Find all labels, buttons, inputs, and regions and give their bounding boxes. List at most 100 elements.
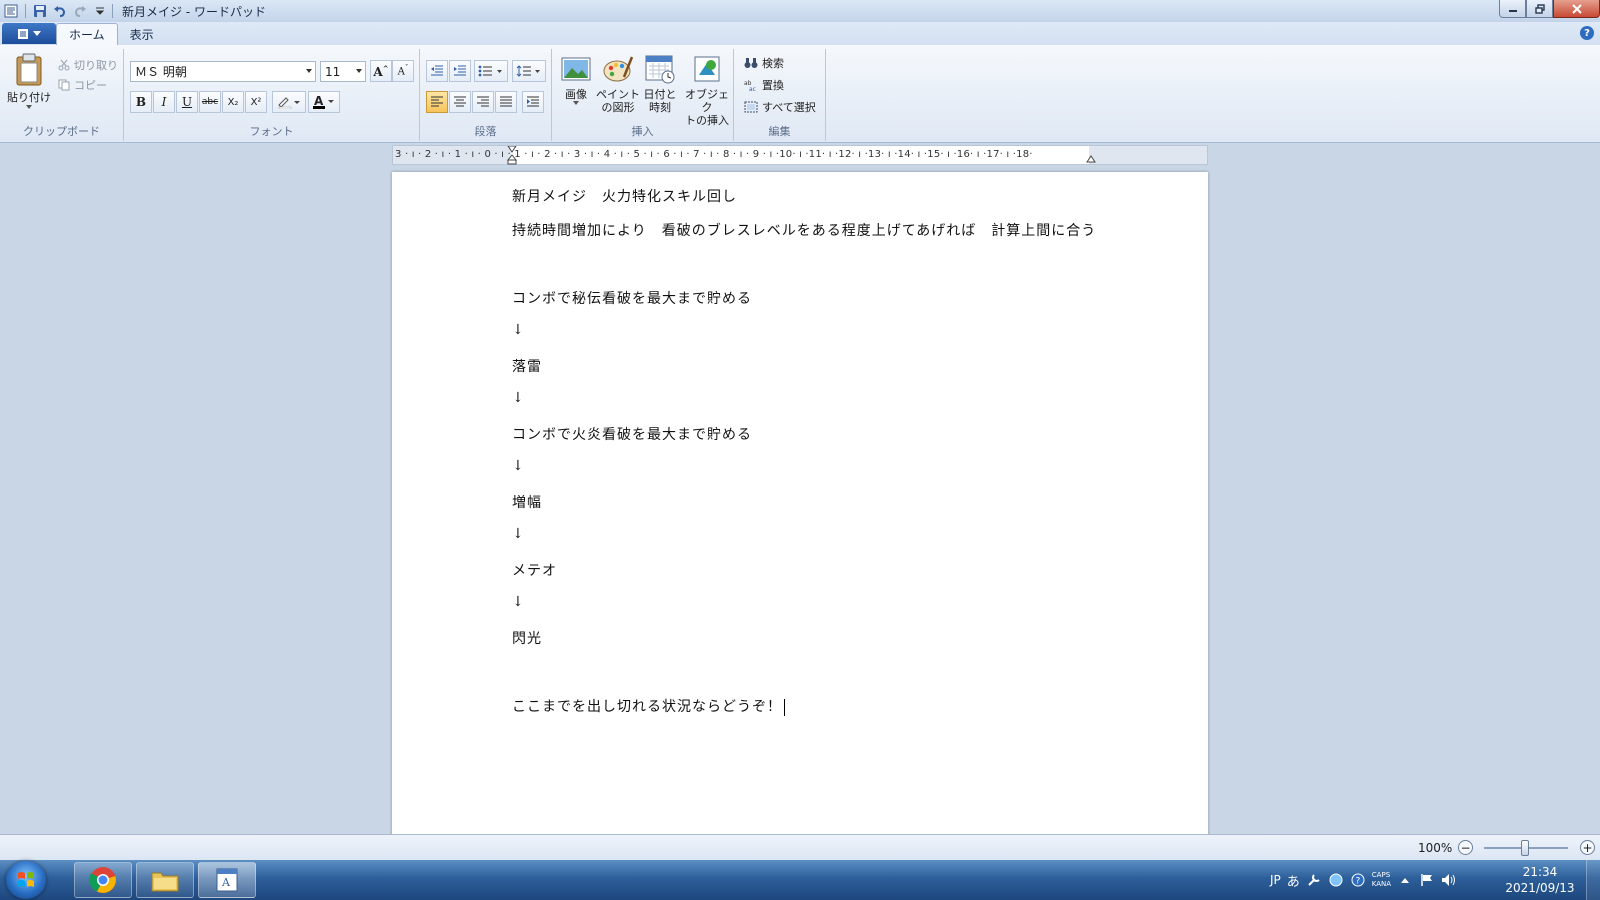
- align-center-button[interactable]: [449, 91, 471, 113]
- select-all-label: すべて選択: [762, 101, 816, 114]
- cut-label: 切り取り: [74, 59, 118, 72]
- document-text[interactable]: 新月メイジ 火力特化スキル回し 持続時間増加により 看破のブレスレベルをある程度…: [512, 186, 1172, 730]
- shrink-font-button[interactable]: Aˇ: [392, 60, 414, 82]
- ime-dictionary-icon[interactable]: [1328, 872, 1344, 888]
- zoom-out-button[interactable]: −: [1458, 840, 1473, 855]
- decrease-indent-icon: [431, 65, 443, 76]
- paste-icon: [16, 53, 42, 86]
- decrease-indent-button[interactable]: [426, 60, 448, 82]
- doc-line-last: ここまでを出し切れる状況ならどうぞ！: [512, 696, 1172, 730]
- customize-qat-icon[interactable]: [91, 2, 109, 20]
- zoom-slider-thumb[interactable]: [1521, 840, 1529, 856]
- paint-palette-icon: [603, 56, 634, 82]
- strikethrough-button[interactable]: abc: [199, 91, 221, 113]
- document-area: 新月メイジ 火力特化スキル回し 持続時間増加により 看破のブレスレベルをある程度…: [0, 166, 1600, 834]
- wordpad-app-icon[interactable]: [2, 2, 20, 20]
- close-button[interactable]: [1553, 0, 1600, 18]
- cut-button[interactable]: 切り取り: [58, 55, 118, 75]
- close-icon: [1571, 3, 1582, 14]
- replace-button[interactable]: ab ac 置換: [744, 75, 784, 95]
- doc-line: コンボで火炎看破を最大まで貯める: [512, 427, 752, 443]
- align-left-icon: [431, 96, 443, 107]
- highlight-color-button[interactable]: [272, 91, 306, 113]
- subscript-button[interactable]: X₂: [222, 91, 244, 113]
- picture-icon: [561, 57, 591, 81]
- help-icon[interactable]: ?: [1580, 26, 1594, 40]
- find-label: 検索: [762, 57, 784, 70]
- italic-label: I: [161, 95, 167, 109]
- find-button[interactable]: 検索: [744, 53, 784, 73]
- right-indent-marker-icon[interactable]: [1086, 154, 1096, 164]
- svg-text:A: A: [221, 876, 231, 889]
- font-size-value: 11: [325, 64, 341, 79]
- select-all-icon: [744, 101, 758, 113]
- language-indicator[interactable]: JP: [1270, 873, 1281, 887]
- align-left-button[interactable]: [426, 91, 448, 113]
- clock-time: 21:34: [1522, 865, 1558, 879]
- taskbar-chrome[interactable]: [74, 862, 132, 898]
- binoculars-icon: [744, 58, 758, 68]
- svg-text:ac: ac: [749, 86, 756, 91]
- date-time-button[interactable]: 日付と 時刻: [638, 53, 682, 114]
- taskbar-wordpad[interactable]: A: [198, 862, 256, 898]
- underline-button[interactable]: U: [176, 91, 198, 113]
- volume-icon[interactable]: [1441, 872, 1457, 888]
- tab-view[interactable]: 表示: [118, 23, 166, 45]
- show-desktop-button[interactable]: [1586, 860, 1600, 900]
- bold-label: B: [135, 95, 147, 109]
- action-center-flag-icon[interactable]: [1419, 872, 1435, 888]
- restore-button[interactable]: [1526, 0, 1553, 18]
- insert-group-label: 挿入: [631, 125, 654, 138]
- doc-line: ↓: [512, 390, 525, 406]
- copy-button[interactable]: コピー: [58, 75, 118, 95]
- grow-font-button[interactable]: A^: [370, 60, 392, 82]
- align-center-icon: [454, 96, 466, 107]
- align-right-button[interactable]: [472, 91, 494, 113]
- quick-access-toolbar: [0, 0, 109, 22]
- italic-button[interactable]: I: [153, 91, 175, 113]
- svg-text:A: A: [314, 94, 324, 108]
- ime-mode-indicator[interactable]: あ: [1287, 871, 1300, 890]
- superscript-button[interactable]: X²: [245, 91, 267, 113]
- taskbar-explorer[interactable]: [136, 862, 194, 898]
- tools-icon[interactable]: [1306, 872, 1322, 888]
- tab-home[interactable]: ホーム: [56, 23, 118, 45]
- picture-label: 画像: [565, 88, 587, 101]
- paint-drawing-button[interactable]: ペイント の図形: [596, 53, 640, 114]
- insert-picture-button[interactable]: 画像: [554, 53, 598, 105]
- bold-button[interactable]: B: [130, 91, 152, 113]
- insert-object-button[interactable]: オブジェク トの挿入: [682, 53, 732, 127]
- undo-icon[interactable]: [51, 2, 69, 20]
- paragraph-settings-button[interactable]: [522, 91, 544, 113]
- ruler[interactable]: 3 · ı · 2 · ı · 1 · ı · 0 · ı · 1 · ı · …: [392, 145, 1208, 165]
- restore-icon: [1534, 3, 1545, 14]
- font-size-select[interactable]: 11: [320, 61, 366, 82]
- start-button[interactable]: [6, 861, 46, 899]
- line-spacing-button[interactable]: [512, 60, 546, 82]
- doc-line: ↓: [512, 594, 525, 610]
- align-right-icon: [477, 96, 489, 107]
- editing-group: 検索 ab ac 置換 すべて選択 編集: [734, 49, 826, 141]
- font-family-select[interactable]: ＭＳ 明朝: [130, 61, 316, 82]
- paste-button[interactable]: 貼り付け: [6, 53, 52, 115]
- application-menu-button[interactable]: [2, 23, 56, 44]
- show-hidden-icons-icon[interactable]: [1397, 872, 1413, 888]
- save-icon[interactable]: [31, 2, 49, 20]
- redo-icon[interactable]: [71, 2, 89, 20]
- document-page[interactable]: 新月メイジ 火力特化スキル回し 持続時間増加により 看破のブレスレベルをある程度…: [392, 172, 1208, 834]
- zoom-in-button[interactable]: +: [1580, 840, 1595, 855]
- increase-indent-button[interactable]: [449, 60, 471, 82]
- left-indent-marker-icon[interactable]: [507, 146, 517, 165]
- ime-help-icon[interactable]: ?: [1350, 872, 1366, 888]
- system-clock[interactable]: 21:34 2021/09/13: [1500, 864, 1580, 896]
- minus-icon: −: [1460, 840, 1471, 855]
- select-all-button[interactable]: すべて選択: [744, 97, 816, 117]
- justify-button[interactable]: [495, 91, 517, 113]
- font-color-button[interactable]: A: [308, 91, 340, 113]
- doc-line: 落雷: [512, 359, 542, 375]
- font-group-label: フォント: [249, 125, 294, 138]
- bullet-list-button[interactable]: [474, 60, 508, 82]
- minimize-button[interactable]: [1499, 0, 1526, 18]
- calendar-clock-icon: [645, 55, 675, 84]
- title-bar: 新月メイジ - ワードパッド: [0, 0, 1600, 22]
